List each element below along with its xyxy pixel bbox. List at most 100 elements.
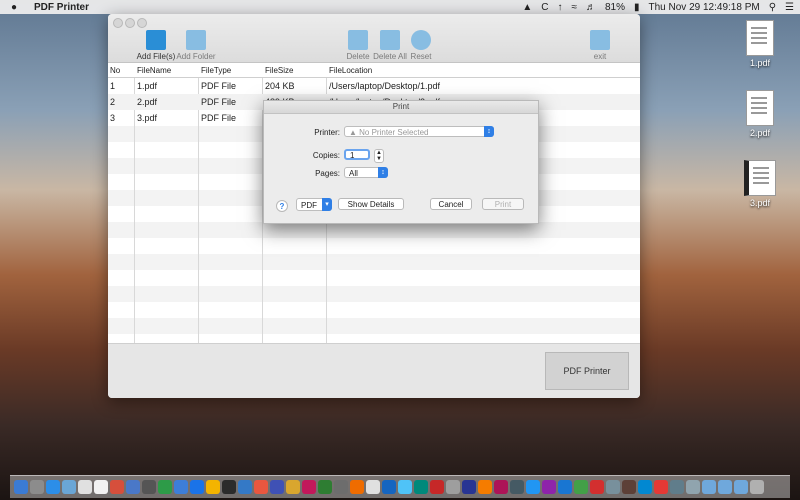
dock-app-icon[interactable] xyxy=(718,480,732,494)
dock-app-icon[interactable] xyxy=(62,480,76,494)
dock-app-icon[interactable] xyxy=(302,480,316,494)
dock-app-icon[interactable] xyxy=(190,480,204,494)
dock-app-icon[interactable] xyxy=(558,480,572,494)
header-no[interactable]: No xyxy=(110,66,120,75)
dock-app-icon[interactable] xyxy=(510,480,524,494)
dock-app-icon[interactable] xyxy=(542,480,556,494)
pages-select[interactable]: All ↕ xyxy=(344,167,388,178)
dock-app-icon[interactable] xyxy=(494,480,508,494)
reset-button[interactable]: Reset xyxy=(408,30,434,61)
header-filelocation[interactable]: FileLocation xyxy=(329,66,372,75)
dock-app-icon[interactable] xyxy=(654,480,668,494)
battery-icon[interactable]: ▮ xyxy=(634,2,640,13)
dock-app-icon[interactable] xyxy=(734,480,748,494)
pdf-menu-label: PDF xyxy=(301,201,317,210)
dock-app-icon[interactable] xyxy=(382,480,396,494)
dock-app-icon[interactable] xyxy=(30,480,44,494)
dock-app-icon[interactable] xyxy=(366,480,380,494)
table-row[interactable]: 1 1.pdf PDF File 204 KB /Users/laptop/De… xyxy=(108,78,640,94)
dock-app-icon[interactable] xyxy=(14,480,28,494)
wifi-icon[interactable]: ≈ xyxy=(571,2,577,13)
desktop-file-2[interactable]: 2.pdf xyxy=(740,90,780,138)
dock-app-icon[interactable] xyxy=(590,480,604,494)
cell-filetype: PDF File xyxy=(201,97,237,107)
dock-app-icon[interactable] xyxy=(238,480,252,494)
app-menu-name[interactable]: PDF Printer xyxy=(34,2,89,13)
dock-app-icon[interactable] xyxy=(462,480,476,494)
print-button[interactable]: Print xyxy=(482,198,524,210)
window-toolbar: Add File(s) Add Folder Delete Delete All… xyxy=(108,14,640,63)
dock-app-icon[interactable] xyxy=(430,480,444,494)
desktop-file-3[interactable]: 3.pdf xyxy=(740,160,780,208)
help-button[interactable]: ? xyxy=(276,200,288,212)
cell-filename: 3.pdf xyxy=(137,113,158,123)
reset-icon xyxy=(411,30,431,50)
dock-app-icon[interactable] xyxy=(110,480,124,494)
dock-app-icon[interactable] xyxy=(574,480,588,494)
dock-app-icon[interactable] xyxy=(702,480,716,494)
dock-app-icon[interactable] xyxy=(46,480,60,494)
printer-select[interactable]: ▲ No Printer Selected ↕ xyxy=(344,126,494,137)
dock-app-icon[interactable] xyxy=(606,480,620,494)
dock-app-icon[interactable] xyxy=(686,480,700,494)
add-files-button[interactable]: Add File(s) xyxy=(136,30,176,61)
exit-button[interactable]: exit xyxy=(588,30,612,61)
pdf-printer-button[interactable]: PDF Printer xyxy=(545,352,629,390)
dock-app-icon[interactable] xyxy=(446,480,460,494)
header-filetype[interactable]: FileType xyxy=(201,66,231,75)
spotlight-search-icon[interactable]: ⚲ xyxy=(769,2,776,13)
add-files-label: Add File(s) xyxy=(136,52,176,61)
dock-app-icon[interactable] xyxy=(158,480,172,494)
show-details-button[interactable]: Show Details xyxy=(338,198,404,210)
dock-app-icon[interactable] xyxy=(222,480,236,494)
dock-app-icon[interactable] xyxy=(126,480,140,494)
dock-app-icon[interactable] xyxy=(350,480,364,494)
header-filesize[interactable]: FileSize xyxy=(265,66,293,75)
dock-app-icon[interactable] xyxy=(622,480,636,494)
dock-app-icon[interactable] xyxy=(334,480,348,494)
add-folder-label: Add Folder xyxy=(176,52,216,61)
add-file-icon xyxy=(146,30,166,50)
dock-app-icon[interactable] xyxy=(670,480,684,494)
dock-app-icon[interactable] xyxy=(750,480,764,494)
minimize-window-button[interactable] xyxy=(125,18,135,28)
datetime[interactable]: Thu Nov 29 12:49:18 PM xyxy=(649,2,760,13)
desktop-file-1[interactable]: 1.pdf xyxy=(740,20,780,68)
delete-all-button[interactable]: Delete All xyxy=(372,30,408,61)
notification-center-icon[interactable]: ☰ xyxy=(785,2,794,13)
dock-app-icon[interactable] xyxy=(318,480,332,494)
scripts-icon[interactable]: ↑ xyxy=(557,2,562,13)
pdf-menu-button[interactable]: PDF ▾ xyxy=(296,198,332,211)
cell-filename: 1.pdf xyxy=(137,81,158,91)
exit-icon xyxy=(590,30,610,50)
zoom-window-button[interactable] xyxy=(137,18,147,28)
dock xyxy=(10,475,790,498)
apple-menu-icon[interactable]: ● xyxy=(0,2,28,13)
dock-app-icon[interactable] xyxy=(174,480,188,494)
battery-percent[interactable]: 81% xyxy=(605,2,625,13)
dock-app-icon[interactable] xyxy=(414,480,428,494)
dock-app-icon[interactable] xyxy=(142,480,156,494)
input-source-indicator[interactable]: C xyxy=(541,2,548,13)
volume-icon[interactable]: ♬ xyxy=(586,2,596,13)
dock-app-icon[interactable] xyxy=(254,480,268,494)
dock-app-icon[interactable] xyxy=(526,480,540,494)
dock-app-icon[interactable] xyxy=(206,480,220,494)
dock-app-icon[interactable] xyxy=(398,480,412,494)
cell-filelocation: /Users/laptop/Desktop/1.pdf xyxy=(329,81,441,91)
copies-field[interactable]: 1 xyxy=(344,149,370,160)
copies-stepper[interactable]: ▲ ▼ xyxy=(374,149,384,163)
adobe-icon[interactable]: ▲ xyxy=(522,2,532,13)
add-folder-button[interactable]: Add Folder xyxy=(176,30,216,61)
cancel-button[interactable]: Cancel xyxy=(430,198,472,210)
delete-button[interactable]: Delete xyxy=(344,30,372,61)
dock-app-icon[interactable] xyxy=(478,480,492,494)
dock-app-icon[interactable] xyxy=(270,480,284,494)
dock-app-icon[interactable] xyxy=(638,480,652,494)
dock-app-icon[interactable] xyxy=(286,480,300,494)
header-filename[interactable]: FileName xyxy=(137,66,171,75)
close-window-button[interactable] xyxy=(113,18,123,28)
dock-app-icon[interactable] xyxy=(78,480,92,494)
reset-label: Reset xyxy=(410,52,432,61)
dock-app-icon[interactable] xyxy=(94,480,108,494)
